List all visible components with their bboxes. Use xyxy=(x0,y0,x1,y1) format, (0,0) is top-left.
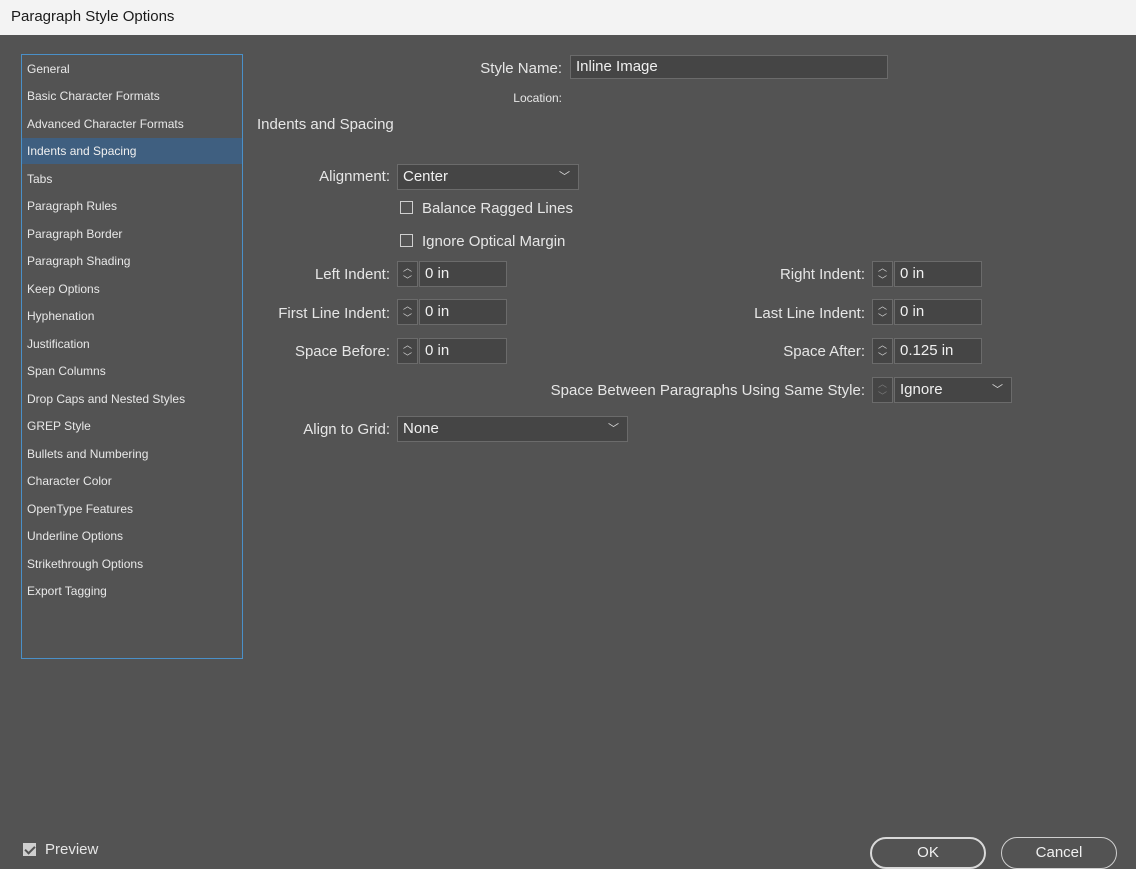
sidebar-item-keep-options[interactable]: Keep Options xyxy=(22,276,242,302)
sidebar-item-advanced-character-formats[interactable]: Advanced Character Formats xyxy=(22,111,242,137)
balance-ragged-checkbox[interactable] xyxy=(400,201,413,214)
space-before-stepper[interactable]: ︿ ﹀ xyxy=(397,338,418,364)
sidebar-item-basic-character-formats[interactable]: Basic Character Formats xyxy=(22,83,242,109)
alignment-value: Center xyxy=(403,168,449,185)
chevron-up-icon[interactable]: ︿ xyxy=(873,378,892,390)
last-line-indent-input[interactable]: 0 in xyxy=(894,299,982,325)
balance-ragged-label: Balance Ragged Lines xyxy=(422,200,573,217)
sidebar-item-paragraph-rules[interactable]: Paragraph Rules xyxy=(22,193,242,219)
sidebar-item-tabs[interactable]: Tabs xyxy=(22,166,242,192)
right-indent-stepper[interactable]: ︿ ﹀ xyxy=(872,261,893,287)
right-indent-label: Right Indent: xyxy=(779,266,865,283)
section-title: Indents and Spacing xyxy=(257,116,394,133)
alignment-select[interactable]: Center ﹀ xyxy=(397,164,579,190)
sidebar-item-opentype-features[interactable]: OpenType Features xyxy=(22,496,242,522)
chevron-down-icon[interactable]: ﹀ xyxy=(398,351,417,363)
align-grid-select[interactable]: None ﹀ xyxy=(397,416,628,442)
space-between-stepper[interactable]: ︿ ﹀ xyxy=(872,377,893,403)
window-title: Paragraph Style Options xyxy=(11,8,175,25)
ok-button[interactable]: OK xyxy=(870,837,986,869)
sidebar-item-paragraph-shading[interactable]: Paragraph Shading xyxy=(22,248,242,274)
align-grid-label: Align to Grid: xyxy=(303,421,390,438)
chevron-down-icon[interactable]: ﹀ xyxy=(873,351,892,363)
chevron-down-icon[interactable]: ﹀ xyxy=(398,312,417,324)
sidebar-item-hyphenation[interactable]: Hyphenation xyxy=(22,303,242,329)
category-list[interactable]: General Basic Character Formats Advanced C… xyxy=(21,54,243,659)
sidebar-item-character-color[interactable]: Character Color xyxy=(22,468,242,494)
space-between-label: Space Between Paragraphs Using Same Styl… xyxy=(550,382,865,399)
sidebar-item-justification[interactable]: Justification xyxy=(22,331,242,357)
sidebar-item-span-columns[interactable]: Span Columns xyxy=(22,358,242,384)
ignore-optical-label: Ignore Optical Margin xyxy=(422,233,566,250)
first-line-indent-label: First Line Indent: xyxy=(278,305,390,322)
last-line-indent-label: Last Line Indent: xyxy=(754,305,865,322)
sidebar-item-underline-options[interactable]: Underline Options xyxy=(22,523,242,549)
chevron-down-icon[interactable]: ﹀ xyxy=(873,390,892,402)
chevron-up-icon[interactable]: ︿ xyxy=(873,339,892,351)
chevron-down-icon: ﹀ xyxy=(992,384,1003,396)
cancel-button[interactable]: Cancel xyxy=(1001,837,1117,869)
sidebar-item-indents-and-spacing[interactable]: Indents and Spacing xyxy=(22,138,242,164)
sidebar-item-paragraph-border[interactable]: Paragraph Border xyxy=(22,221,242,247)
sidebar-item-drop-caps-and-nested-styles[interactable]: Drop Caps and Nested Styles xyxy=(22,386,242,412)
space-after-stepper[interactable]: ︿ ﹀ xyxy=(872,338,893,364)
chevron-up-icon[interactable]: ︿ xyxy=(873,262,892,274)
left-indent-stepper[interactable]: ︿ ﹀ xyxy=(397,261,418,287)
space-between-value: Ignore xyxy=(900,381,943,398)
location-label: Location: xyxy=(513,91,562,105)
title-bar: Paragraph Style Options xyxy=(0,0,1136,35)
sidebar-item-grep-style[interactable]: GREP Style xyxy=(22,413,242,439)
left-indent-label: Left Indent: xyxy=(314,266,390,283)
chevron-down-icon: ﹀ xyxy=(608,423,619,435)
style-name-label: Style Name: xyxy=(480,60,562,77)
chevron-down-icon[interactable]: ﹀ xyxy=(873,274,892,286)
preview-label: Preview xyxy=(45,841,99,858)
sidebar-item-strikethrough-options[interactable]: Strikethrough Options xyxy=(22,551,242,577)
preview-checkbox[interactable] xyxy=(23,843,36,856)
right-indent-input[interactable]: 0 in xyxy=(894,261,982,287)
left-indent-input[interactable]: 0 in xyxy=(419,261,507,287)
first-line-indent-stepper[interactable]: ︿ ﹀ xyxy=(397,299,418,325)
chevron-up-icon[interactable]: ︿ xyxy=(873,300,892,312)
chevron-down-icon[interactable]: ﹀ xyxy=(873,312,892,324)
ignore-optical-checkbox[interactable] xyxy=(400,234,413,247)
chevron-up-icon[interactable]: ︿ xyxy=(398,262,417,274)
first-line-indent-input[interactable]: 0 in xyxy=(419,299,507,325)
sidebar-item-export-tagging[interactable]: Export Tagging xyxy=(22,578,242,604)
chevron-up-icon[interactable]: ︿ xyxy=(398,339,417,351)
chevron-up-icon[interactable]: ︿ xyxy=(398,300,417,312)
sidebar-item-general[interactable]: General xyxy=(22,56,242,82)
space-after-label: Space After: xyxy=(783,343,865,360)
style-name-input[interactable]: Inline Image xyxy=(570,55,888,79)
align-grid-value: None xyxy=(403,420,439,437)
space-before-input[interactable]: 0 in xyxy=(419,338,507,364)
last-line-indent-stepper[interactable]: ︿ ﹀ xyxy=(872,299,893,325)
chevron-down-icon: ﹀ xyxy=(559,171,570,183)
space-between-select[interactable]: Ignore ﹀ xyxy=(894,377,1012,403)
alignment-label: Alignment: xyxy=(319,168,390,185)
space-after-input[interactable]: 0.125 in xyxy=(894,338,982,364)
space-before-label: Space Before: xyxy=(294,343,390,360)
sidebar-item-bullets-and-numbering[interactable]: Bullets and Numbering xyxy=(22,441,242,467)
chevron-down-icon[interactable]: ﹀ xyxy=(398,274,417,286)
